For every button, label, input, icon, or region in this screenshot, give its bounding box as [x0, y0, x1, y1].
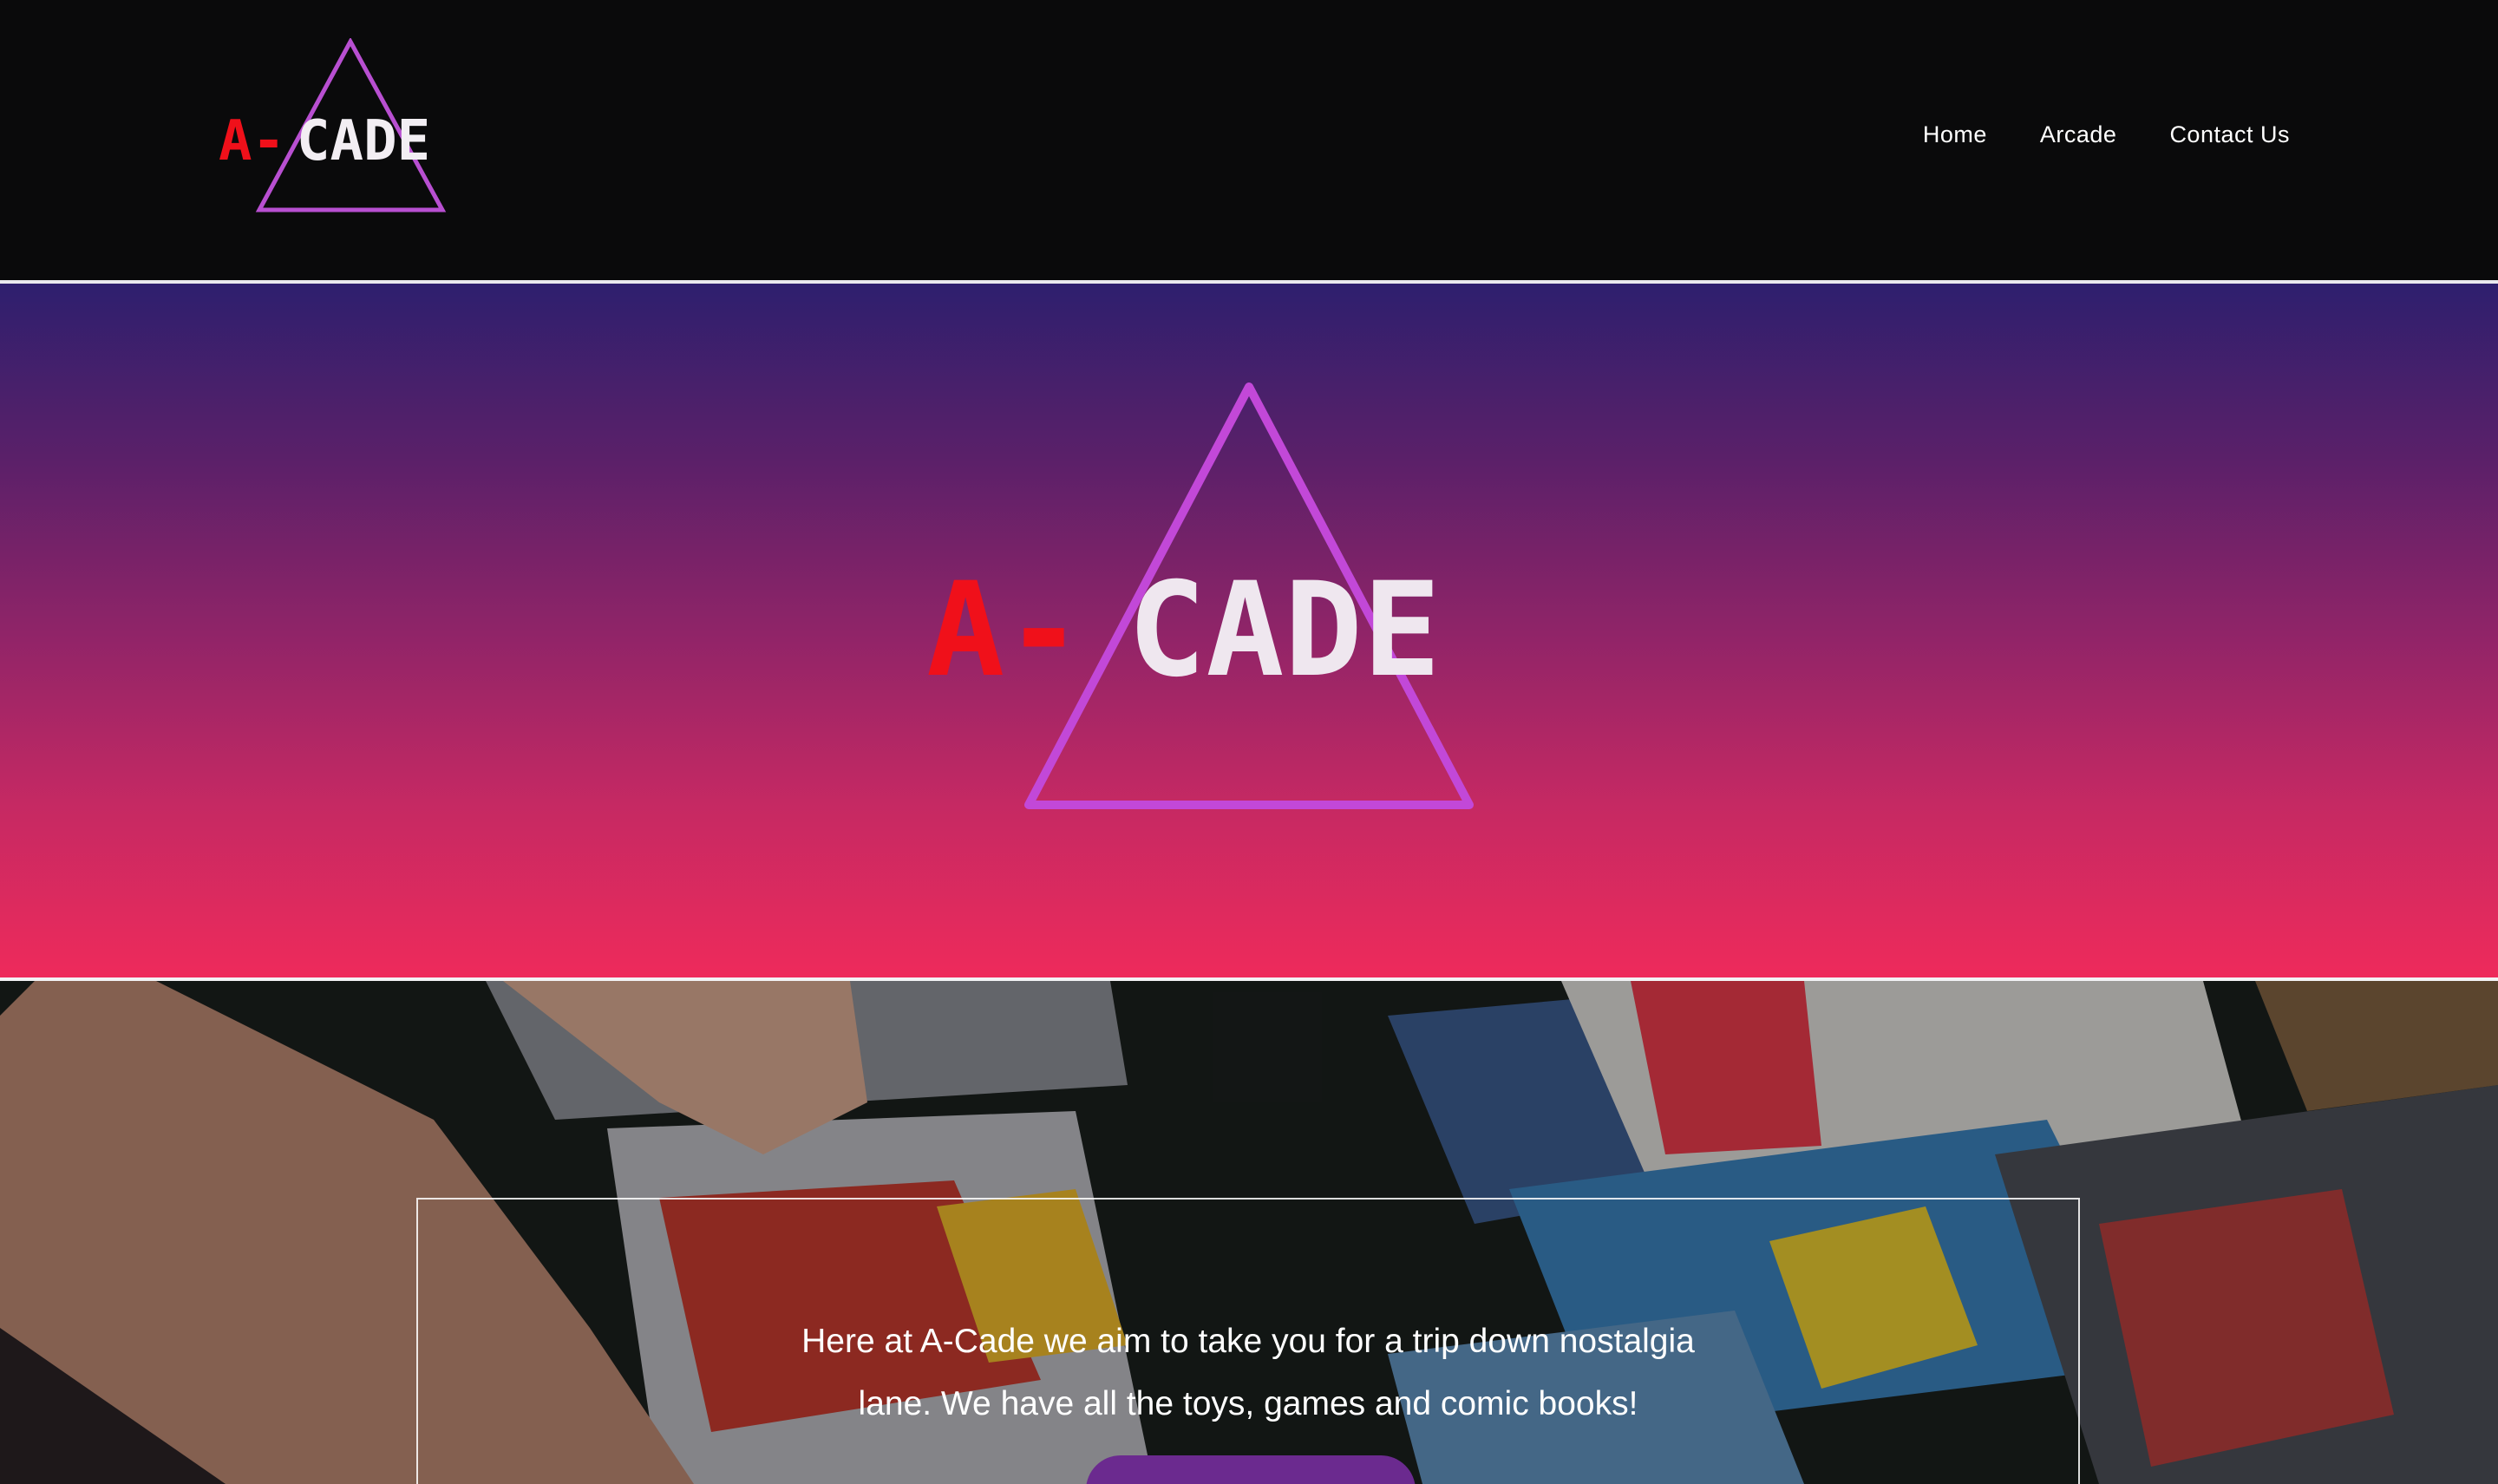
hero-logo: A- CADE [926, 382, 1474, 809]
intro-line-2: lane. We have all the toys, games and co… [858, 1385, 1638, 1422]
intro-text: Here at A-Cade we aim to take you for a … [418, 1311, 2078, 1435]
hero-logo-text-red: A- [926, 555, 1083, 706]
logo-text-red: A- [219, 109, 285, 173]
intro-line-1: Here at A-Cade we aim to take you for a … [801, 1323, 1695, 1360]
hero-banner: A- CADE [0, 284, 2498, 977]
nav-contact-link[interactable]: Contact Us [2169, 121, 2290, 148]
intro-cta-button[interactable] [1086, 1455, 1416, 1484]
site-header: A- CADE Home Arcade Contact Us [0, 0, 2498, 280]
logo-text-white: CADE [297, 109, 430, 173]
header-logo[interactable]: A- CADE [213, 38, 491, 217]
main-nav: Home Arcade Contact Us [1870, 121, 2290, 148]
intro-box: Here at A-Cade we aim to take you for a … [416, 1198, 2080, 1484]
nav-arcade-link[interactable]: Arcade [2040, 121, 2117, 148]
comics-photo-section: Here at A-Cade we aim to take you for a … [0, 981, 2498, 1484]
hero-logo-text-white: CADE [1128, 555, 1441, 706]
nav-home-link[interactable]: Home [1923, 121, 1987, 148]
